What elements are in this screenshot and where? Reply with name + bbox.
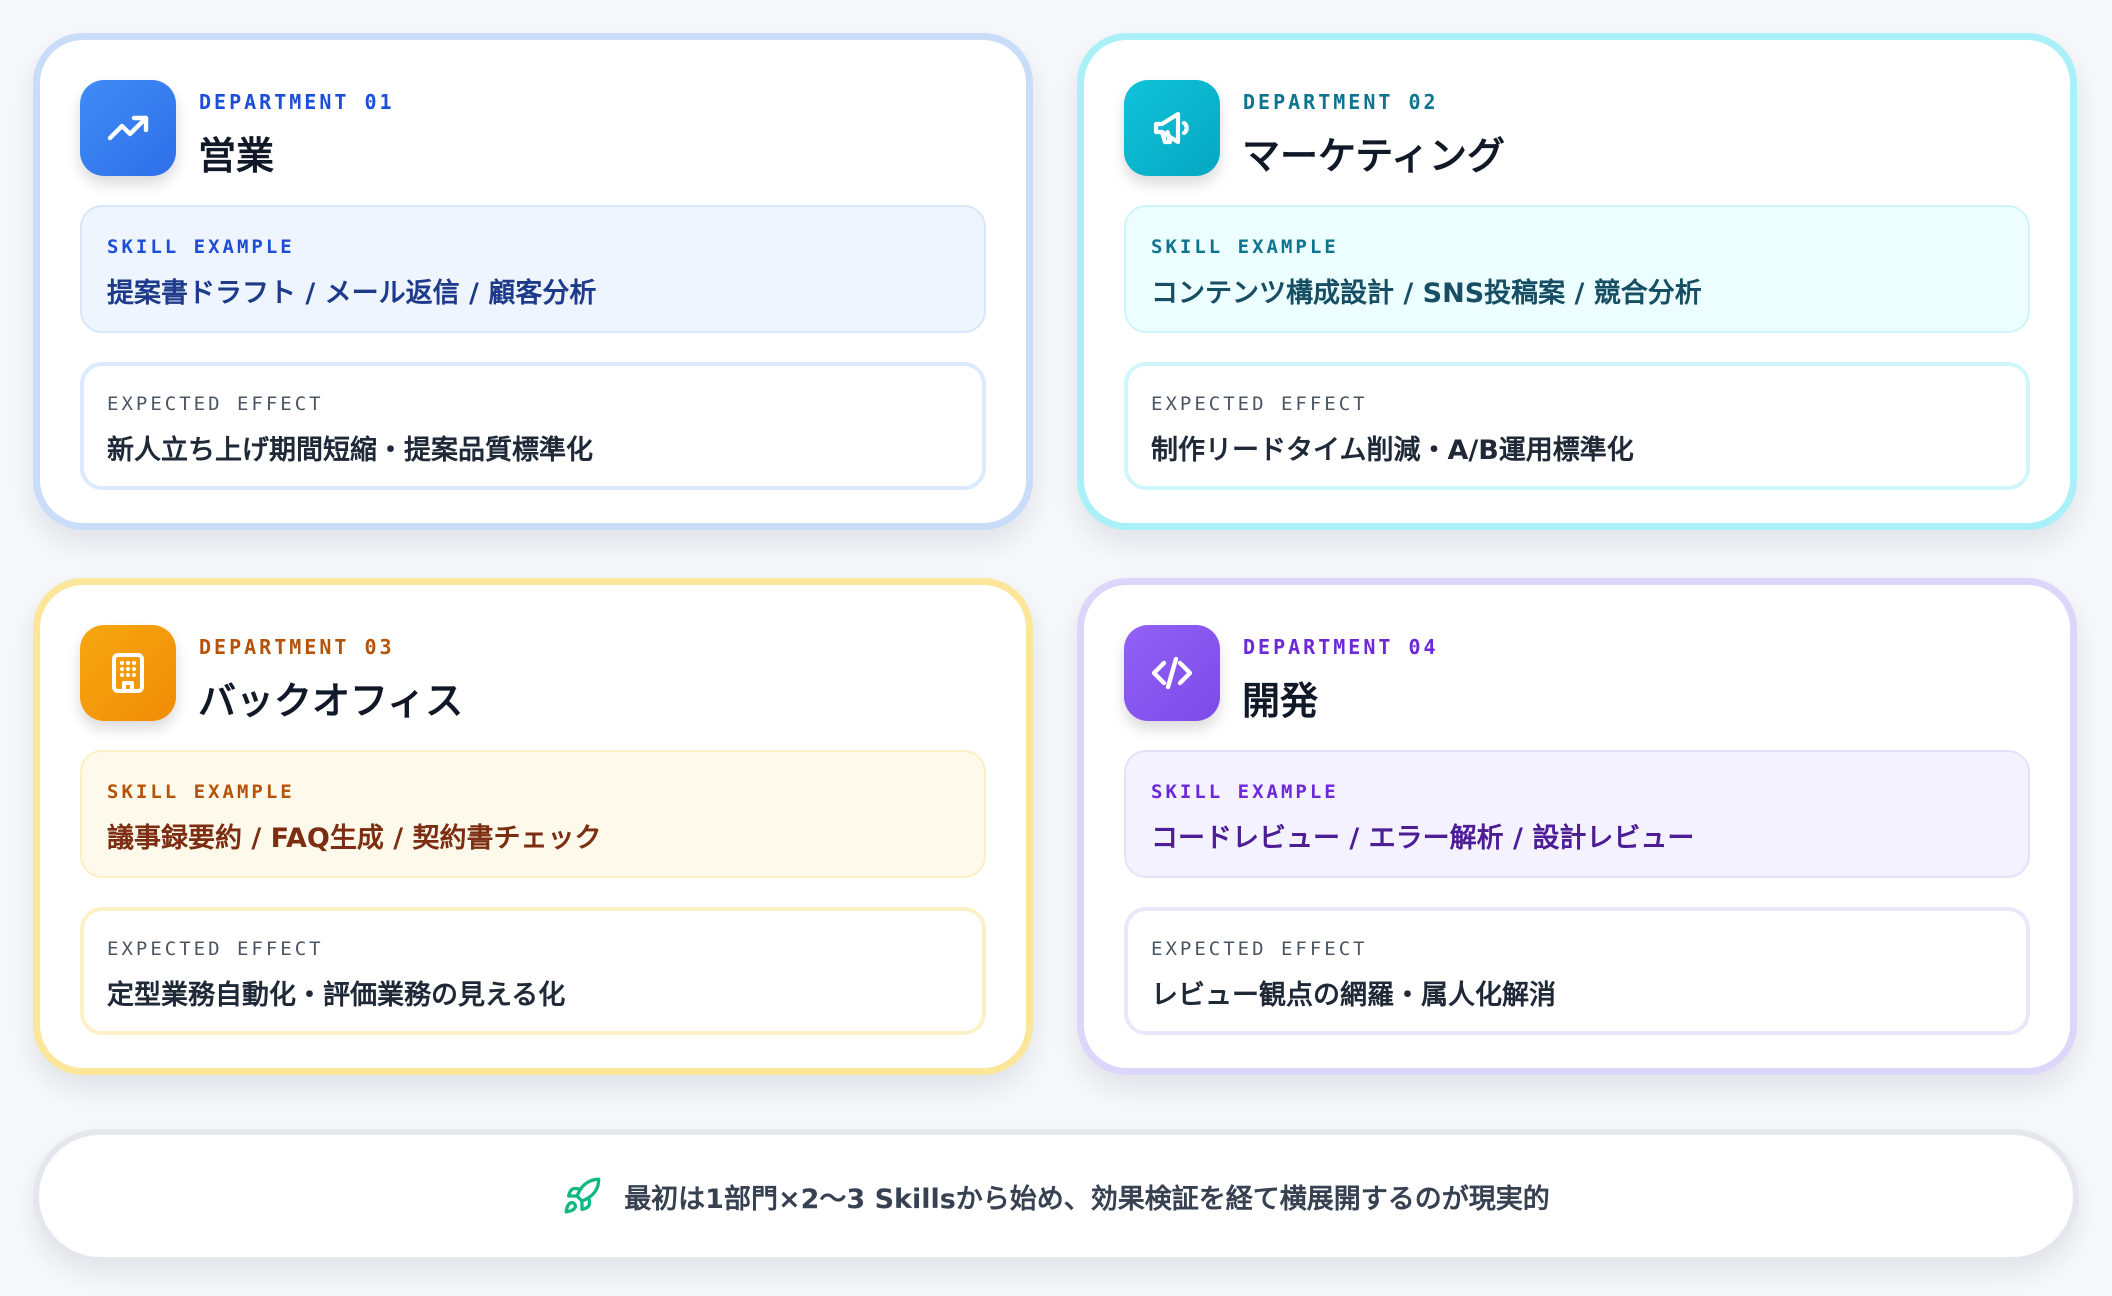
expected-effect-label: EXPECTED EFFECT bbox=[1151, 938, 1368, 960]
expected-effect-text: 制作リードタイム削減・A/B運用標準化 bbox=[1151, 435, 1634, 466]
expected-effect-label: EXPECTED EFFECT bbox=[107, 938, 324, 960]
expected-effect-text: 新人立ち上げ期間短縮・提案品質標準化 bbox=[107, 435, 593, 466]
expected-effect-text: レビュー観点の網羅・属人化解消 bbox=[1151, 980, 1556, 1011]
skill-example-box: SKILL EXAMPLE コンテンツ構成設計 / SNS投稿案 / 競合分析 bbox=[1124, 205, 2030, 333]
building-icon bbox=[80, 625, 176, 721]
department-kicker: DEPARTMENT 01 bbox=[199, 90, 395, 114]
expected-effect-box: EXPECTED EFFECT レビュー観点の網羅・属人化解消 bbox=[1124, 907, 2030, 1035]
department-name: 営業 bbox=[198, 134, 275, 178]
skill-example-box: SKILL EXAMPLE コードレビュー / エラー解析 / 設計レビュー bbox=[1124, 750, 2030, 878]
department-kicker: DEPARTMENT 04 bbox=[1243, 635, 1439, 659]
expected-effect-label: EXPECTED EFFECT bbox=[107, 393, 324, 415]
code-icon bbox=[1124, 625, 1220, 721]
skill-example-text: コンテンツ構成設計 / SNS投稿案 / 競合分析 bbox=[1151, 278, 1702, 309]
rocket-icon bbox=[562, 1176, 602, 1216]
department-name: バックオフィス bbox=[198, 679, 464, 723]
department-card-marketing: DEPARTMENT 02 マーケティング SKILL EXAMPLE コンテン… bbox=[1077, 33, 2077, 530]
department-card-dev: DEPARTMENT 04 開発 SKILL EXAMPLE コードレビュー /… bbox=[1077, 578, 2077, 1075]
department-kicker: DEPARTMENT 03 bbox=[199, 635, 395, 659]
expected-effect-label: EXPECTED EFFECT bbox=[1151, 393, 1368, 415]
skill-example-text: 提案書ドラフト / メール返信 / 顧客分析 bbox=[107, 278, 597, 309]
expected-effect-box: EXPECTED EFFECT 定型業務自動化・評価業務の見える化 bbox=[80, 907, 986, 1035]
department-name: マーケティング bbox=[1242, 134, 1505, 178]
skill-example-box: SKILL EXAMPLE 提案書ドラフト / メール返信 / 顧客分析 bbox=[80, 205, 986, 333]
department-card-sales: DEPARTMENT 01 営業 SKILL EXAMPLE 提案書ドラフト /… bbox=[33, 33, 1033, 530]
department-name: 開発 bbox=[1242, 679, 1319, 723]
megaphone-icon bbox=[1124, 80, 1220, 176]
trending-up-icon bbox=[80, 80, 176, 176]
expected-effect-box: EXPECTED EFFECT 新人立ち上げ期間短縮・提案品質標準化 bbox=[80, 362, 986, 490]
skill-example-box: SKILL EXAMPLE 議事録要約 / FAQ生成 / 契約書チェック bbox=[80, 750, 986, 878]
skill-example-label: SKILL EXAMPLE bbox=[107, 781, 295, 803]
expected-effect-box: EXPECTED EFFECT 制作リードタイム削減・A/B運用標準化 bbox=[1124, 362, 2030, 490]
footer-banner: 最初は1部門×2〜3 Skillsから始め、効果検証を経て横展開するのが現実的 bbox=[33, 1129, 2079, 1263]
skill-example-label: SKILL EXAMPLE bbox=[1151, 236, 1339, 258]
department-kicker: DEPARTMENT 02 bbox=[1243, 90, 1439, 114]
skill-example-text: 議事録要約 / FAQ生成 / 契約書チェック bbox=[107, 823, 602, 854]
skill-example-label: SKILL EXAMPLE bbox=[107, 236, 295, 258]
footer-message: 最初は1部門×2〜3 Skillsから始め、効果検証を経て横展開するのが現実的 bbox=[624, 1183, 1550, 1215]
skill-example-text: コードレビュー / エラー解析 / 設計レビュー bbox=[1151, 823, 1695, 854]
skill-example-label: SKILL EXAMPLE bbox=[1151, 781, 1339, 803]
expected-effect-text: 定型業務自動化・評価業務の見える化 bbox=[107, 980, 566, 1011]
department-card-backoffice: DEPARTMENT 03 バックオフィス SKILL EXAMPLE 議事録要… bbox=[33, 578, 1033, 1075]
